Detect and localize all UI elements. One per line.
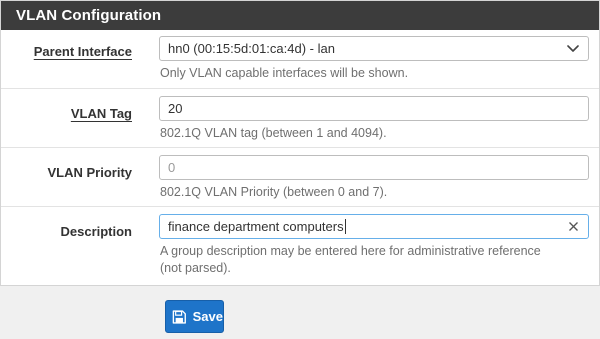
vlan-configuration-panel: VLAN Configuration Parent Interface hn0 …: [0, 0, 600, 286]
close-icon[interactable]: [568, 221, 579, 232]
vlan-priority-row: VLAN Priority 0 802.1Q VLAN Priority (be…: [1, 147, 599, 206]
vlan-tag-label: VLAN Tag: [70, 106, 132, 121]
parent-interface-row: Parent Interface hn0 (00:15:5d:01:ca:4d)…: [1, 30, 599, 88]
floppy-disk-icon: [172, 309, 186, 324]
description-input[interactable]: finance department computers: [159, 214, 589, 239]
vlan-priority-label: VLAN Priority: [47, 165, 132, 180]
text-cursor: [344, 219, 346, 234]
parent-interface-select[interactable]: hn0 (00:15:5d:01:ca:4d) - lan: [159, 36, 589, 61]
parent-interface-help: Only VLAN capable interfaces will be sho…: [160, 66, 409, 80]
parent-interface-value: hn0 (00:15:5d:01:ca:4d) - lan: [168, 41, 335, 56]
description-help-line1: A group description may be entered here …: [160, 244, 541, 258]
description-value: finance department computers: [168, 219, 344, 234]
vlan-tag-value: 20: [168, 101, 183, 116]
parent-interface-label: Parent Interface: [33, 44, 132, 59]
vlan-priority-help: 802.1Q VLAN Priority (between 0 and 7).: [160, 185, 388, 199]
description-label: Description: [60, 224, 132, 239]
panel-title: VLAN Configuration: [1, 1, 599, 30]
chevron-down-icon: [567, 45, 579, 52]
save-button-label: Save: [192, 309, 223, 324]
description-help-line2: (not parsed).: [160, 261, 231, 275]
vlan-priority-input[interactable]: 0: [159, 155, 589, 180]
vlan-tag-help: 802.1Q VLAN tag (between 1 and 4094).: [160, 126, 387, 140]
description-help: A group description may be entered here …: [160, 243, 590, 277]
vlan-priority-placeholder: 0: [168, 160, 176, 175]
vlan-tag-input[interactable]: 20: [159, 96, 589, 121]
save-button[interactable]: Save: [165, 300, 224, 333]
description-row: Description finance department computers…: [1, 206, 599, 286]
vlan-tag-row: VLAN Tag 20 802.1Q VLAN tag (between 1 a…: [1, 88, 599, 147]
